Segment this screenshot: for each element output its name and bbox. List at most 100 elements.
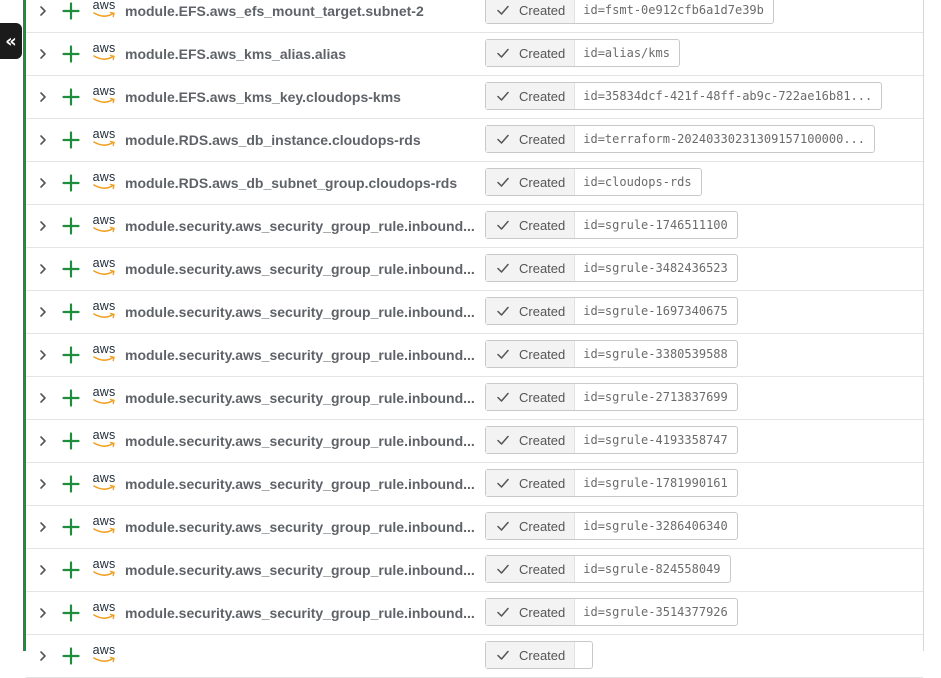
plus-icon — [62, 2, 80, 20]
resource-id: id=sgrule-3514377926 — [583, 605, 728, 619]
chevron-right-icon[interactable] — [37, 650, 49, 662]
resource-row[interactable]: aws module.EFS.aws_kms_alias.alias Creat… — [26, 33, 923, 76]
status-label-box: Created — [486, 169, 576, 195]
plus-icon — [62, 88, 80, 106]
chevron-right-icon[interactable] — [37, 607, 49, 619]
chevron-right-icon[interactable] — [37, 134, 49, 146]
aws-logo: aws — [91, 257, 117, 279]
aws-logo: aws — [91, 644, 117, 666]
check-icon — [497, 564, 509, 574]
status-label-box: Created — [486, 513, 576, 539]
resource-id: id=sgrule-3482436523 — [583, 261, 728, 275]
check-icon — [497, 607, 509, 617]
aws-logo: aws — [91, 515, 117, 537]
chevron-right-icon[interactable] — [37, 435, 49, 447]
resource-row[interactable]: aws module.security.aws_security_group_r… — [26, 248, 923, 291]
resource-address: module.RDS.aws_db_instance.cloudops-rds — [125, 132, 421, 148]
resource-address: module.EFS.aws_kms_key.cloudops-kms — [125, 89, 401, 105]
status-label-box: Created — [486, 0, 576, 23]
resource-row[interactable]: aws Created — [26, 635, 923, 678]
resource-id: id=fsmt-0e912cfb6a1d7e39b — [583, 3, 764, 17]
status-badge: Created id=alias/kms — [485, 39, 680, 67]
resource-row[interactable]: aws module.security.aws_security_group_r… — [26, 463, 923, 506]
resource-row[interactable]: aws module.RDS.aws_db_instance.cloudops-… — [26, 119, 923, 162]
status-label-box: Created — [486, 642, 576, 668]
status-badge: Created id=sgrule-824558049 — [485, 555, 731, 583]
status-text: Created — [519, 174, 566, 190]
status-text: Created — [519, 260, 566, 276]
collapse-sidebar-button[interactable]: « — [0, 23, 22, 59]
check-icon — [497, 521, 509, 531]
resource-address: module.security.aws_security_group_rule.… — [125, 304, 475, 320]
resource-row[interactable]: aws module.security.aws_security_group_r… — [26, 334, 923, 377]
plus-icon — [62, 389, 80, 407]
status-badge: Created id=sgrule-3514377926 — [485, 598, 738, 626]
chevron-right-icon[interactable] — [37, 220, 49, 232]
plus-icon — [62, 346, 80, 364]
resource-id: id=sgrule-1781990161 — [583, 476, 728, 490]
status-badge: Created id=35834dcf-421f-48ff-ab9c-722ae… — [485, 82, 883, 110]
plus-icon — [62, 174, 80, 192]
resource-address: module.security.aws_security_group_rule.… — [125, 605, 475, 621]
resource-id: id=sgrule-1746511100 — [583, 218, 728, 232]
chevron-right-icon[interactable] — [37, 564, 49, 576]
chevron-right-icon[interactable] — [37, 263, 49, 275]
status-label-box: Created — [486, 255, 576, 281]
aws-logo: aws — [91, 558, 117, 580]
aws-logo: aws — [91, 42, 117, 64]
resource-row[interactable]: aws module.security.aws_security_group_r… — [26, 420, 923, 463]
chevron-right-icon[interactable] — [37, 349, 49, 361]
resource-id: id=sgrule-3286406340 — [583, 519, 728, 533]
status-label-box: Created — [486, 341, 576, 367]
resource-row[interactable]: aws module.EFS.aws_kms_key.cloudops-kms … — [26, 76, 923, 119]
chevron-right-icon[interactable] — [37, 306, 49, 318]
resource-address: module.RDS.aws_db_subnet_group.cloudops-… — [125, 175, 458, 191]
chevron-right-icon[interactable] — [37, 392, 49, 404]
resource-address: module.security.aws_security_group_rule.… — [125, 218, 475, 234]
resource-row[interactable]: aws module.RDS.aws_db_subnet_group.cloud… — [26, 162, 923, 205]
status-text: Created — [519, 2, 566, 18]
status-text: Created — [519, 604, 566, 620]
chevron-right-icon[interactable] — [37, 5, 49, 17]
resource-row[interactable]: aws module.security.aws_security_group_r… — [26, 291, 923, 334]
chevron-right-icon[interactable] — [37, 521, 49, 533]
resource-row[interactable]: aws module.security.aws_security_group_r… — [26, 549, 923, 592]
status-label-box: Created — [486, 427, 576, 453]
aws-logo: aws — [91, 343, 117, 365]
aws-logo: aws — [91, 171, 117, 193]
chevron-right-icon[interactable] — [37, 48, 49, 60]
status-label-box: Created — [486, 212, 576, 238]
resource-row[interactable]: aws module.security.aws_security_group_r… — [26, 506, 923, 549]
resource-id: id=sgrule-3380539588 — [583, 347, 728, 361]
status-text: Created — [519, 88, 566, 104]
plus-icon — [62, 475, 80, 493]
resource-row[interactable]: aws module.security.aws_security_group_r… — [26, 205, 923, 248]
resource-id: id=35834dcf-421f-48ff-ab9c-722ae16b81... — [583, 89, 873, 103]
status-label-box: Created — [486, 556, 576, 582]
check-icon — [497, 177, 509, 187]
resource-address: module.security.aws_security_group_rule.… — [125, 347, 475, 363]
status-text: Created — [519, 518, 566, 534]
chevron-right-icon[interactable] — [37, 91, 49, 103]
resource-row[interactable]: aws module.security.aws_security_group_r… — [26, 592, 923, 635]
plus-icon — [62, 518, 80, 536]
status-badge: Created — [485, 641, 594, 669]
check-icon — [497, 48, 509, 58]
status-label-box: Created — [486, 40, 576, 66]
aws-logo: aws — [91, 85, 117, 107]
resource-address: module.security.aws_security_group_rule.… — [125, 519, 475, 535]
status-badge: Created id=sgrule-3286406340 — [485, 512, 738, 540]
status-text: Created — [519, 303, 566, 319]
status-badge: Created id=sgrule-4193358747 — [485, 426, 738, 454]
aws-logo: aws — [91, 601, 117, 623]
chevron-right-icon[interactable] — [37, 177, 49, 189]
aws-logo: aws — [91, 0, 117, 21]
chevron-right-icon[interactable] — [37, 478, 49, 490]
status-text: Created — [519, 432, 566, 448]
resource-row[interactable]: aws module.EFS.aws_efs_mount_target.subn… — [26, 0, 923, 33]
resource-address: module.security.aws_security_group_rule.… — [125, 476, 475, 492]
resource-address: module.security.aws_security_group_rule.… — [125, 390, 475, 406]
check-icon — [497, 134, 509, 144]
resource-row[interactable]: aws module.security.aws_security_group_r… — [26, 377, 923, 420]
resource-id: id=terraform-20240330231309157100000... — [583, 132, 866, 146]
